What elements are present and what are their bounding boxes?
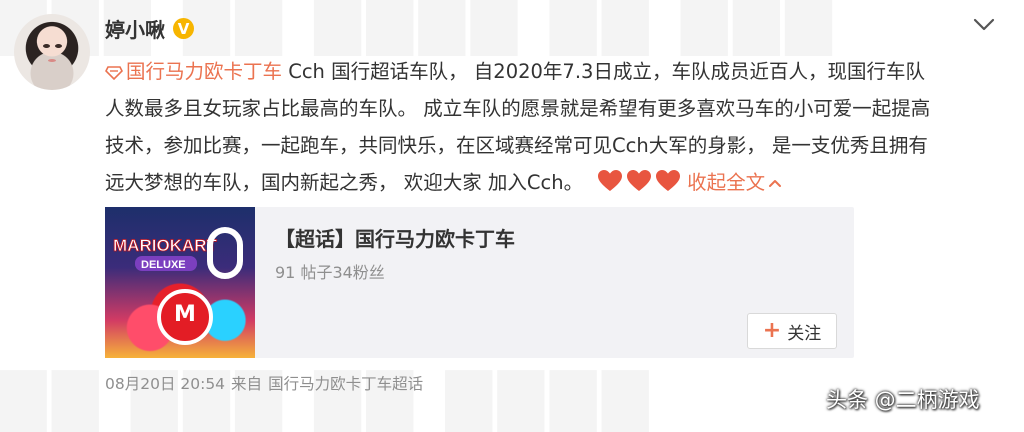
chevron-up-icon — [769, 180, 782, 187]
content-line: 技术，参加比赛，一起跑车，共同快乐，在区域赛经常可见Cch大军的身影， 是一支优… — [105, 134, 928, 157]
super-topic-diamond-icon — [105, 66, 123, 80]
post-content: 国行马力欧卡丁车 Cch 国行超话车队， 自2020年7.3日成立，车队成员近百… — [105, 53, 985, 201]
chevron-down-icon[interactable] — [973, 18, 995, 32]
content-text: Cch 国行超话车队， 自2020年7.3日成立，车队成员近百人，现国行车队 — [282, 60, 925, 83]
verified-badge-icon: V — [173, 18, 194, 39]
game-cover-image: MARIOKART DELUXE M — [105, 207, 255, 358]
heart-icon — [627, 170, 652, 191]
super-topic-link[interactable]: 国行马力欧卡丁车 — [105, 60, 282, 83]
source-link[interactable]: 国行马力欧卡丁车超话 — [268, 372, 423, 394]
card-title[interactable]: 【超话】国行马力欧卡丁车 — [275, 223, 515, 252]
post-datetime[interactable]: 08月20日 20:54 — [105, 372, 225, 394]
logo-sub-text: DELUXE — [141, 259, 186, 271]
content-text: 远大梦想的车队，国内新起之秀， 欢迎大家 加入Cch。 — [105, 171, 584, 194]
username[interactable]: 婷小啾 — [105, 14, 165, 43]
post-header: 婷小啾 V — [105, 14, 194, 43]
logo-eight — [207, 227, 243, 279]
source-prefix: 来自 — [231, 375, 263, 393]
game-character: M — [157, 289, 213, 345]
heart-icon — [656, 170, 681, 191]
follow-button[interactable]: + 关注 — [747, 313, 837, 349]
super-topic-label[interactable]: 国行马力欧卡丁车 — [126, 60, 282, 83]
plus-icon: + — [762, 318, 782, 343]
avatar[interactable] — [14, 14, 90, 90]
follow-label[interactable]: 关注 — [787, 319, 821, 344]
collapse-button[interactable]: 收起全文 — [687, 171, 782, 194]
collapse-label[interactable]: 收起全文 — [687, 171, 765, 194]
hearts-group — [597, 169, 681, 193]
watermark: 头条 @二柄游戏 — [826, 388, 980, 412]
super-topic-card[interactable]: MARIOKART DELUXE M 【超话】国行马力欧卡丁车 91 帖子34粉… — [105, 207, 854, 358]
post-meta: 08月20日 20:54 来自 国行马力欧卡丁车超话 — [105, 372, 423, 394]
logo-text: MARIOKART — [113, 236, 217, 255]
content-line: 人数最多且女玩家占比最高的车队。 成立车队的愿景就是希望有更多喜欢马车的小可爱一… — [105, 97, 931, 120]
content-line: 远大梦想的车队，国内新起之秀， 欢迎大家 加入Cch。 收起全文 — [105, 164, 985, 201]
heart-icon — [598, 170, 623, 191]
content-line: 国行马力欧卡丁车 Cch 国行超话车队， 自2020年7.3日成立，车队成员近百… — [105, 53, 985, 90]
card-stats: 91 帖子34粉丝 — [275, 263, 385, 282]
